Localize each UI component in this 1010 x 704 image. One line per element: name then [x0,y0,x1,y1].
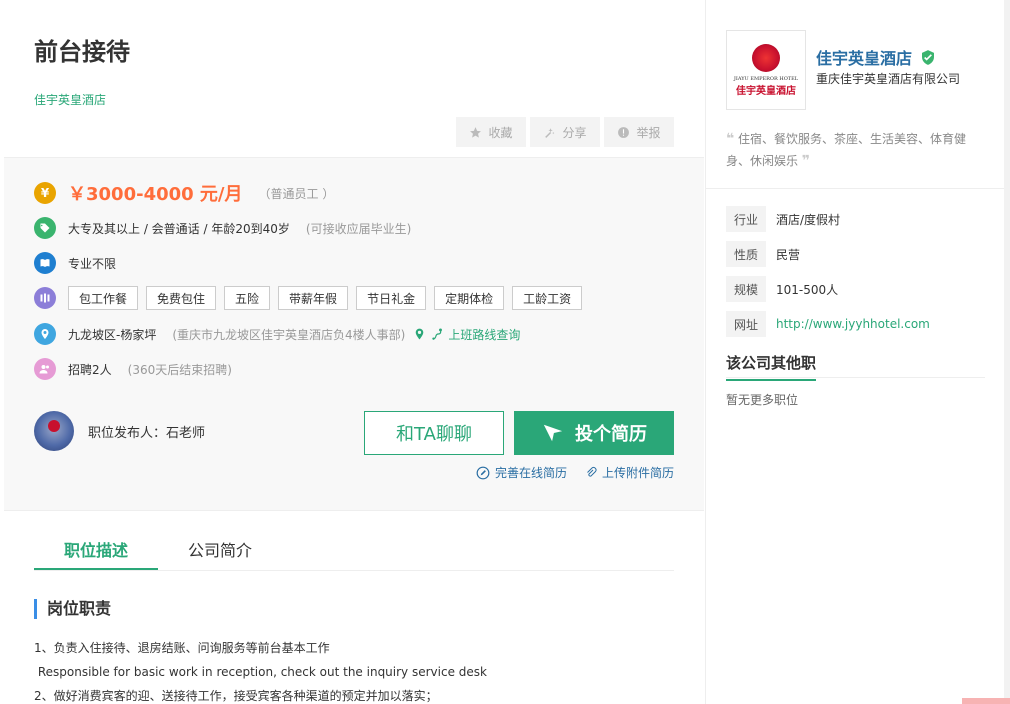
hiring-note: (360天后结束招聘) [127,362,232,377]
route-icon [432,328,443,340]
info-value: 酒店/度假村 [776,212,841,227]
company-name[interactable]: 佳宇英皇酒店 [816,45,936,69]
hiring-row: 招聘2人 (360天后结束招聘) [34,358,232,380]
route-label: 上班路线查询 [448,327,521,342]
quote-close-icon: ❞ [801,153,811,169]
benefit-tag: 节日礼金 [356,286,427,310]
benefit-tags: 包工作餐 免费包住 五险 带薪年假 节日礼金 定期体检 工龄工资 [68,286,583,310]
company-description-text: 住宿、餐饮服务、茶座、生活美容、体育健身、休闲娱乐 [726,132,967,168]
benefit-tag: 包工作餐 [68,286,139,310]
other-jobs-empty: 暂无更多职位 [726,393,799,407]
salary: ￥3000-4000 元/月 [68,184,243,205]
requirements: 大专及其以上 / 会普通话 / 年龄20到40岁 [68,221,290,236]
location: 九龙坡区-杨家坪 [68,327,157,342]
company-name-text: 佳宇英皇酒店 [816,49,913,68]
benefits-row: 包工作餐 免费包住 五险 带薪年假 节日礼金 定期体检 工龄工资 [34,286,583,310]
info-key: 规模 [726,276,766,302]
job-main-panel: 前台接待 佳宇英皇酒店 收藏 分享 举报 ¥ ￥3000-4000 元/月 （普… [4,0,704,704]
info-scale: 规模 101-500人 [726,276,838,302]
location-pin-icon [34,323,56,345]
tab-job-description[interactable]: 职位描述 [34,535,158,570]
star-icon [470,126,482,138]
chat-button[interactable]: 和TA聊聊 [364,411,504,455]
major: 专业不限 [68,256,117,271]
book-icon [34,252,56,274]
salary-note: （普通员工 ） [258,186,335,201]
warning-icon [618,126,630,138]
job-info-box: ¥ ￥3000-4000 元/月 （普通员工 ） 大专及其以上 / 会普通话 /… [4,157,704,511]
benefit-tag: 定期体检 [434,286,505,310]
company-description: ❝ 住宿、餐饮服务、茶座、生活美容、体育健身、休闲娱乐 ❞ [726,128,986,172]
publisher: 职位发布人：石老师 [34,411,205,451]
info-website: 网址 http://www.jyyhhotel.com [726,311,930,337]
description-line: 2、做好消费宾客的迎、送接待工作，接受宾客各种渠道的预定并加以落实； [34,689,438,703]
hiring-count: 招聘2人 [68,362,112,377]
company-card: JIAYU EMPEROR HOTEL 佳宇英皇酒店 佳宇英皇酒店 重庆佳宇英皇… [705,0,1005,704]
location-row: 九龙坡区-杨家坪 (重庆市九龙坡区佳宇英皇酒店负4楼人事部) 上班路线查询 [34,323,520,345]
apply-button[interactable]: 投个简历 [514,411,674,455]
favorite-button[interactable]: 收藏 [456,117,526,147]
share-button[interactable]: 分享 [530,117,600,147]
map-pin-icon [416,328,424,340]
major-row: 专业不限 [34,252,116,274]
apply-label: 投个简历 [575,424,647,445]
benefits-icon [34,287,56,309]
divider [726,377,985,378]
route-query-link[interactable]: 上班路线查询 [413,326,520,343]
requirements-note: (可接收应届毕业生) [305,221,412,236]
send-icon [543,424,563,442]
description-line: Responsible for basic work in reception,… [34,665,487,679]
report-button[interactable]: 举报 [604,117,674,147]
info-value: 民营 [776,247,801,262]
paperclip-icon [587,466,597,477]
tag-icon [34,217,56,239]
report-label: 举报 [636,125,661,140]
logo-cn: 佳宇英皇酒店 [736,85,796,97]
tab-company-intro[interactable]: 公司简介 [158,535,282,570]
publisher-name: 职位发布人：石老师 [88,425,206,441]
info-industry: 行业 酒店/度假村 [726,206,840,232]
divider [706,188,1005,189]
detail-tabs: 职位描述 公司简介 [34,535,674,571]
company-link[interactable]: 佳宇英皇酒店 [34,91,106,108]
requirements-row: 大专及其以上 / 会普通话 / 年龄20到40岁 (可接收应届毕业生) [34,217,411,239]
yen-icon: ¥ [34,182,56,204]
website-link[interactable]: http://www.jyyhhotel.com [776,317,930,331]
company-logo[interactable]: JIAYU EMPEROR HOTEL 佳宇英皇酒店 [726,30,806,110]
company-full-name: 重庆佳宇英皇酒店有限公司 [816,72,961,86]
benefit-tag: 免费包住 [146,286,217,310]
logo-emblem [752,43,780,72]
info-nature: 性质 民营 [726,241,800,267]
job-actions: 收藏 分享 举报 [456,117,674,147]
benefit-tag: 带薪年假 [278,286,349,310]
share-label: 分享 [562,125,587,140]
description-line: 1、负责入住接待、退房结账、问询服务等前台基本工作 [34,641,330,655]
job-title: 前台接待 [34,38,130,66]
improve-resume-link[interactable]: 完善在线简历 [476,464,567,481]
section-title: 岗位职责 [34,599,111,619]
benefit-tag: 五险 [224,286,271,310]
job-description: 1、负责入住接待、退房结账、问询服务等前台基本工作 Responsible fo… [34,636,487,704]
people-icon [34,358,56,380]
resume-links: 完善在线简历 上传附件简历 [476,464,674,481]
upload-resume-link[interactable]: 上传附件简历 [585,464,674,481]
info-key: 网址 [726,311,766,337]
share-icon [545,127,555,138]
info-value: 101-500人 [776,282,839,297]
info-key: 性质 [726,241,766,267]
edit-icon [476,466,490,479]
corner-widget[interactable] [962,698,1010,704]
verified-badge-icon [922,49,935,65]
page: 前台接待 佳宇英皇酒店 收藏 分享 举报 ¥ ￥3000-4000 元/月 （普… [0,0,1010,704]
publisher-avatar [34,411,74,451]
page-edge [1004,0,1010,704]
improve-resume-label: 完善在线简历 [494,466,567,480]
salary-row: ¥ ￥3000-4000 元/月 （普通员工 ） [34,180,334,206]
info-key: 行业 [726,206,766,232]
quote-open-icon: ❝ [726,131,735,147]
favorite-label: 收藏 [488,125,513,140]
address: (重庆市九龙坡区佳宇英皇酒店负4楼人事部) [172,327,406,342]
upload-resume-label: 上传附件简历 [601,466,674,480]
benefit-tag: 工龄工资 [512,286,583,310]
